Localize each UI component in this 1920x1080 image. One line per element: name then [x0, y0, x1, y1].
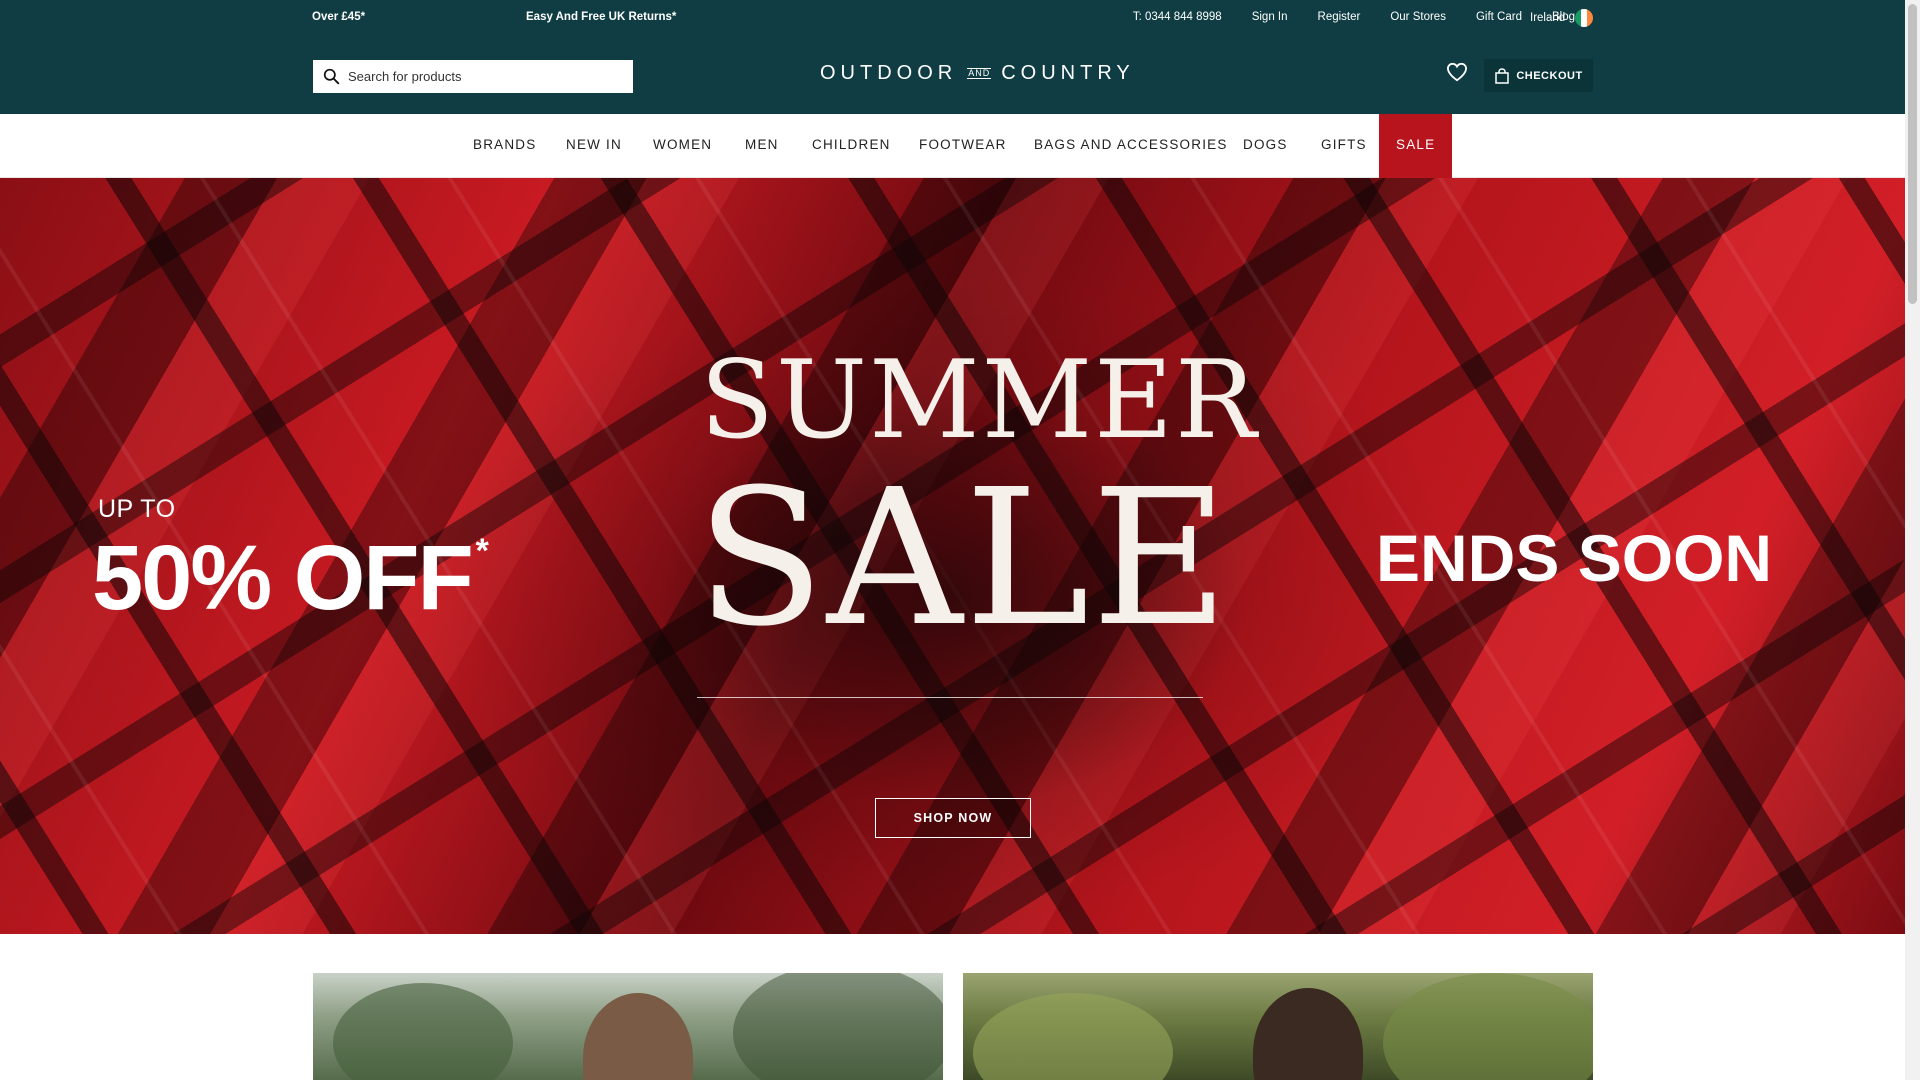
phone-link[interactable]: T: 0344 844 8998: [1133, 11, 1222, 23]
hero-ends-soon-text: ENDS SOON: [1376, 521, 1773, 595]
tile-foliage: [733, 973, 943, 1080]
our-stores-link[interactable]: Our Stores: [1390, 11, 1446, 23]
heart-icon[interactable]: [1446, 62, 1468, 82]
region-label: Ireland: [1530, 12, 1566, 24]
search-icon: [323, 68, 340, 85]
tile-foliage: [973, 993, 1173, 1080]
hero-up-to-text: UP TO: [98, 495, 176, 523]
tile-model-photo: [583, 993, 693, 1080]
nav-item-brands[interactable]: BRANDS: [473, 114, 536, 178]
site-logo[interactable]: OUTDOOR AND COUNTRY: [820, 62, 1135, 85]
top-utility-bar: Over £45* Easy And Free UK Returns* T: 0…: [0, 0, 1905, 37]
promo-tile-women[interactable]: [963, 973, 1593, 1080]
checkout-label: CHECKOUT: [1516, 69, 1583, 82]
logo-word-and: AND: [967, 68, 992, 79]
nav-item-footwear[interactable]: FOOTWEAR: [919, 114, 1007, 178]
site-header: OUTDOOR AND COUNTRY CHECKOUT: [0, 37, 1905, 114]
register-link[interactable]: Register: [1318, 11, 1361, 23]
nav-item-bags-and-accessories[interactable]: BAGS AND ACCESSORIES: [1034, 114, 1228, 178]
region-selector[interactable]: Ireland: [1530, 9, 1594, 27]
hero-banner[interactable]: UP TO 50% OFF * SUMMER SALE ENDS SOON SHO…: [0, 178, 1905, 934]
gift-card-link[interactable]: Gift Card: [1476, 11, 1522, 23]
nav-item-new-in[interactable]: NEW IN: [566, 114, 622, 178]
tile-model-photo: [1253, 988, 1363, 1080]
utility-links: T: 0344 844 8998 Sign In Register Our St…: [1103, 11, 1575, 23]
scrollbar-thumb[interactable]: [1908, 4, 1917, 304]
hero-discount-value: 50% OFF: [92, 527, 474, 629]
sign-in-link[interactable]: Sign In: [1252, 11, 1288, 23]
page-scrollbar[interactable]: [1905, 0, 1920, 1080]
checkout-button[interactable]: CHECKOUT: [1484, 59, 1593, 92]
nav-item-dogs[interactable]: DOGS: [1243, 114, 1288, 178]
search-box[interactable]: [313, 60, 633, 93]
logo-word-country: COUNTRY: [1001, 62, 1135, 84]
hero-sale-heading: SALE: [696, 449, 1231, 668]
shop-now-button[interactable]: SHOP NOW: [875, 798, 1031, 838]
hero-discount-asterisk: *: [475, 532, 489, 570]
hero-discount-text: 50% OFF *: [92, 523, 489, 633]
hero-divider: [697, 697, 1203, 698]
nav-item-women[interactable]: WOMEN: [653, 114, 712, 178]
promo-free-delivery: Over £45*: [312, 11, 366, 23]
bag-icon: [1495, 67, 1510, 84]
nav-item-children[interactable]: CHILDREN: [812, 114, 891, 178]
nav-item-sale[interactable]: SALE: [1379, 114, 1453, 178]
main-nav: BRANDS NEW IN WOMEN MEN CHILDREN FOOTWEA…: [0, 114, 1905, 178]
nav-item-men[interactable]: MEN: [745, 114, 779, 178]
ireland-flag-icon: [1575, 9, 1594, 27]
tile-foliage: [1383, 973, 1593, 1080]
search-input[interactable]: [348, 69, 618, 84]
promo-tile-men[interactable]: [313, 973, 943, 1080]
logo-word-outdoor: OUTDOOR: [820, 62, 958, 84]
promo-free-returns: Easy And Free UK Returns*: [526, 11, 677, 23]
nav-item-gifts[interactable]: GIFTS: [1321, 114, 1367, 178]
tile-foliage: [333, 983, 513, 1080]
